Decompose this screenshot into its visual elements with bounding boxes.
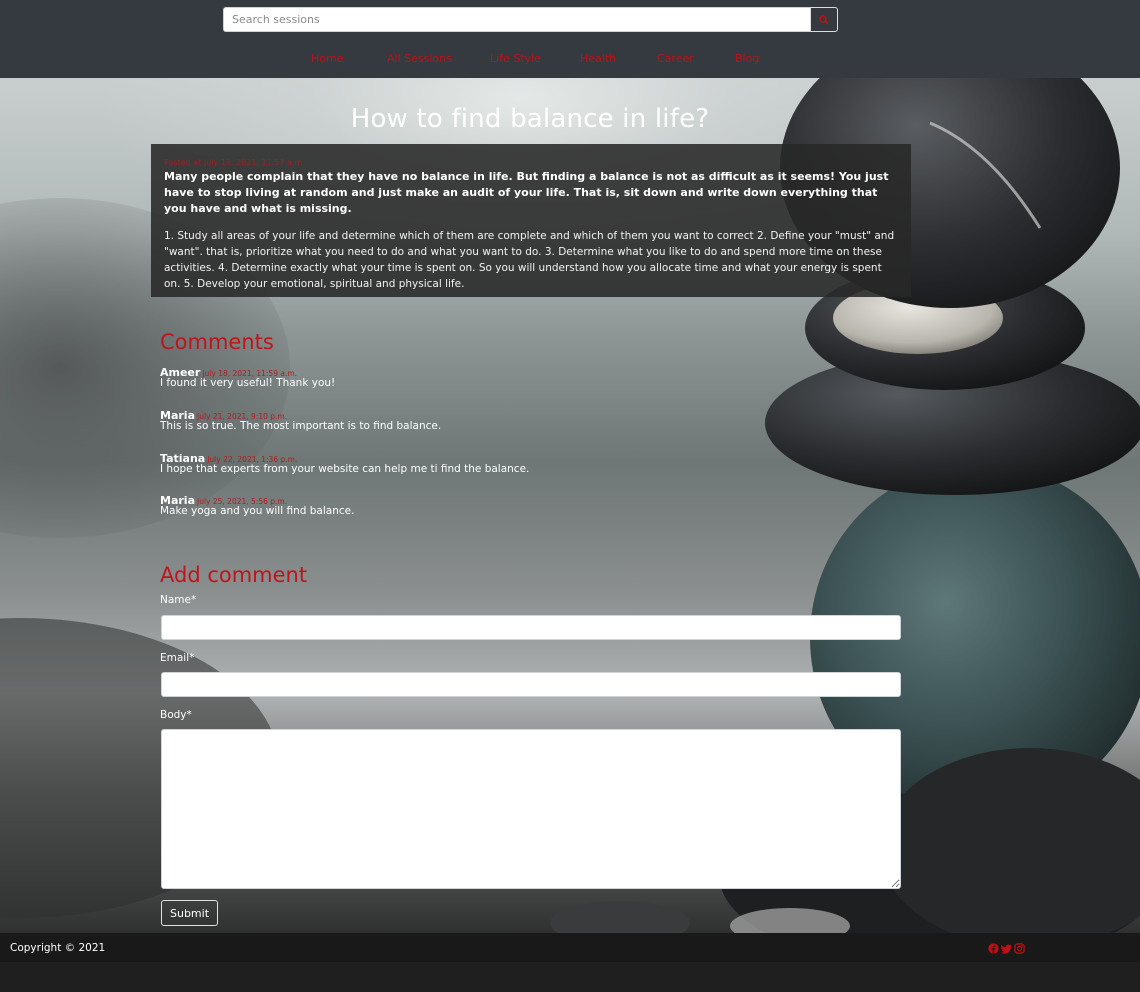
facebook-icon[interactable]: [988, 943, 999, 954]
footer: Copyright © 2021: [0, 933, 1140, 962]
comment-body: I found it very useful! Thank you!: [160, 377, 336, 389]
social-links: [988, 943, 1025, 954]
page-title: How to find balance in life?: [350, 104, 710, 134]
search-bar: [223, 7, 838, 32]
page-bottom: [0, 962, 1140, 992]
comments-heading: Comments: [160, 330, 274, 354]
body-textarea[interactable]: [161, 729, 901, 889]
instagram-icon[interactable]: [1014, 943, 1025, 954]
name-label: Name*: [160, 594, 197, 606]
main-nav: Home All Sessions Life Style Health Care…: [0, 52, 1140, 68]
article-body: 1. Study all areas of your life and dete…: [164, 230, 895, 290]
comment-item: Tatiana July 22, 2021, 1:36 p.m. I hope t…: [160, 447, 760, 475]
twitter-icon[interactable]: [1001, 943, 1012, 954]
comment-item: Maria July 21, 2021, 9:10 p.m. This is so…: [160, 404, 760, 432]
comment-body: Make yoga and you will find balance.: [160, 505, 355, 517]
comment-body: I hope that experts from your website ca…: [160, 463, 530, 475]
article-lead: Many people complain that they have no b…: [164, 170, 889, 215]
email-label: Email*: [160, 652, 195, 664]
search-input[interactable]: [223, 7, 810, 32]
post-date: Posted at July 18, 2021, 11:57 a.m.: [164, 158, 305, 167]
top-navbar: Home All Sessions Life Style Health Care…: [0, 0, 1140, 78]
comment-body: This is so true. The most important is t…: [160, 420, 442, 432]
nav-item-blog[interactable]: Blog: [735, 52, 759, 65]
submit-button[interactable]: Submit: [161, 900, 218, 926]
search-icon: [819, 14, 829, 25]
nav-item-health[interactable]: Health: [580, 52, 616, 65]
comment-item: Maria July 25, 2021, 5:56 p.m. Make yoga …: [160, 489, 760, 517]
nav-item-life-style[interactable]: Life Style: [490, 52, 541, 65]
search-button[interactable]: [810, 7, 838, 32]
name-field[interactable]: [161, 615, 901, 640]
comment-item: Ameer July 18, 2021, 11:59 a.m. I found i…: [160, 361, 760, 389]
copyright-text: Copyright © 2021: [10, 942, 106, 954]
add-comment-heading: Add comment: [160, 563, 308, 587]
email-field[interactable]: [161, 672, 901, 697]
body-label: Body*: [160, 709, 192, 721]
nav-item-all-sessions[interactable]: All Sessions: [387, 52, 452, 65]
nav-item-career[interactable]: Career: [657, 52, 694, 65]
nav-item-home[interactable]: Home: [311, 52, 343, 65]
article-card: Posted at July 18, 2021, 11:57 a.m. Many…: [151, 144, 911, 297]
